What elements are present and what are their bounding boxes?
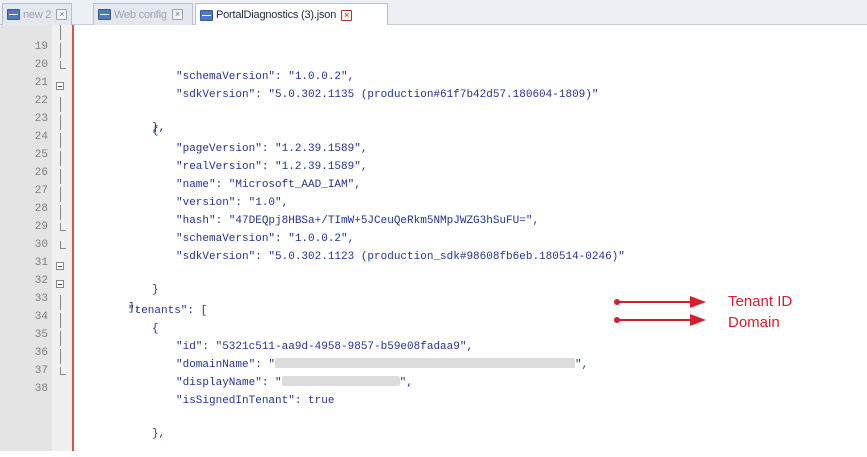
- fold-guide: [60, 151, 61, 166]
- fold-guide: [60, 169, 61, 184]
- close-icon[interactable]: ×: [56, 9, 68, 20]
- fold-guide: [60, 223, 61, 231]
- code-line: 38 },: [0, 367, 867, 440]
- collapse-icon[interactable]: [56, 82, 64, 90]
- code-line: 30 }: [0, 223, 867, 296]
- fold-guide: [60, 331, 61, 346]
- fold-guide: [60, 133, 61, 148]
- close-icon[interactable]: ×: [341, 9, 353, 21]
- code-line: 32 "tenants": [: [0, 259, 867, 317]
- tab-new-2[interactable]: new 2 ×: [2, 3, 72, 25]
- code-line: 26 "version": "1.0",: [0, 151, 867, 209]
- code-line: 23 "pageVersion": "1.2.39.1589",: [0, 97, 867, 155]
- code-line: 21 },: [0, 61, 867, 134]
- tab-portal-diagnostics[interactable]: PortalDiagnostics (3).json ×: [195, 3, 388, 26]
- close-icon[interactable]: ×: [171, 9, 183, 20]
- file-icon: [98, 9, 111, 20]
- annotation-tenant-id: Tenant ID: [728, 293, 793, 310]
- fold-guide: [60, 43, 61, 58]
- fold-guide: [60, 349, 61, 364]
- annotation-domain: Domain: [728, 314, 780, 331]
- fold-guide: [60, 187, 61, 202]
- tab-label: Web config: [114, 8, 167, 21]
- arrow-domain: [614, 314, 706, 326]
- annotation-arrows: [614, 296, 706, 326]
- tab-bar: new 2 × Web config × PortalDiagnostics (…: [0, 0, 867, 26]
- tab-label: PortalDiagnostics (3).json: [216, 9, 337, 21]
- collapse-icon[interactable]: [56, 280, 64, 288]
- code-line: 20 "sdkVersion": "5.0.302.1135 (producti…: [0, 43, 867, 101]
- code-line: 36 "displayName": " ",: [0, 331, 867, 389]
- fold-guide: [60, 25, 61, 40]
- tab-web-config[interactable]: Web config ×: [93, 3, 193, 25]
- code-line: 33 {: [0, 277, 867, 335]
- code-editor[interactable]: 19 "schemaVersion": "1.0.0.2", 20 "sdkVe…: [0, 25, 867, 451]
- code-line: 25 "name": "Microsoft_AAD_IAM",: [0, 133, 867, 191]
- fold-guide: [60, 115, 61, 130]
- code-line: 22 {: [0, 79, 867, 137]
- arrow-tenant-id: [614, 296, 706, 308]
- code-line: 19 "schemaVersion": "1.0.0.2",: [0, 25, 867, 83]
- fold-guide: [60, 97, 61, 112]
- code-line: 29 "sdkVersion": "5.0.302.1123 (producti…: [0, 205, 867, 263]
- fold-guide: [60, 61, 61, 69]
- code-text: },: [152, 428, 166, 440]
- code-text: "isSignedInTenant": true: [176, 395, 335, 407]
- code-line: 28 "schemaVersion": "1.0.0.2",: [0, 187, 867, 245]
- collapse-icon[interactable]: [56, 262, 64, 270]
- fold-guide: [60, 295, 61, 310]
- fold-guide: [60, 367, 61, 375]
- file-icon: [7, 9, 20, 20]
- line-number: 38: [34, 383, 48, 395]
- code-line: 27 "hash": "47DEQpj8HBSa+/TImW+5JCeuQeRk…: [0, 169, 867, 227]
- code-line: 24 "realVersion": "1.2.39.1589",: [0, 115, 867, 173]
- code-line: 31 ],: [0, 241, 867, 314]
- file-icon: [200, 9, 213, 21]
- fold-guide: [60, 313, 61, 328]
- fold-guide: [60, 205, 61, 220]
- tab-label: new 2: [23, 8, 52, 21]
- code-line: 37 "isSignedInTenant": true: [0, 349, 867, 407]
- fold-guide: [60, 241, 61, 249]
